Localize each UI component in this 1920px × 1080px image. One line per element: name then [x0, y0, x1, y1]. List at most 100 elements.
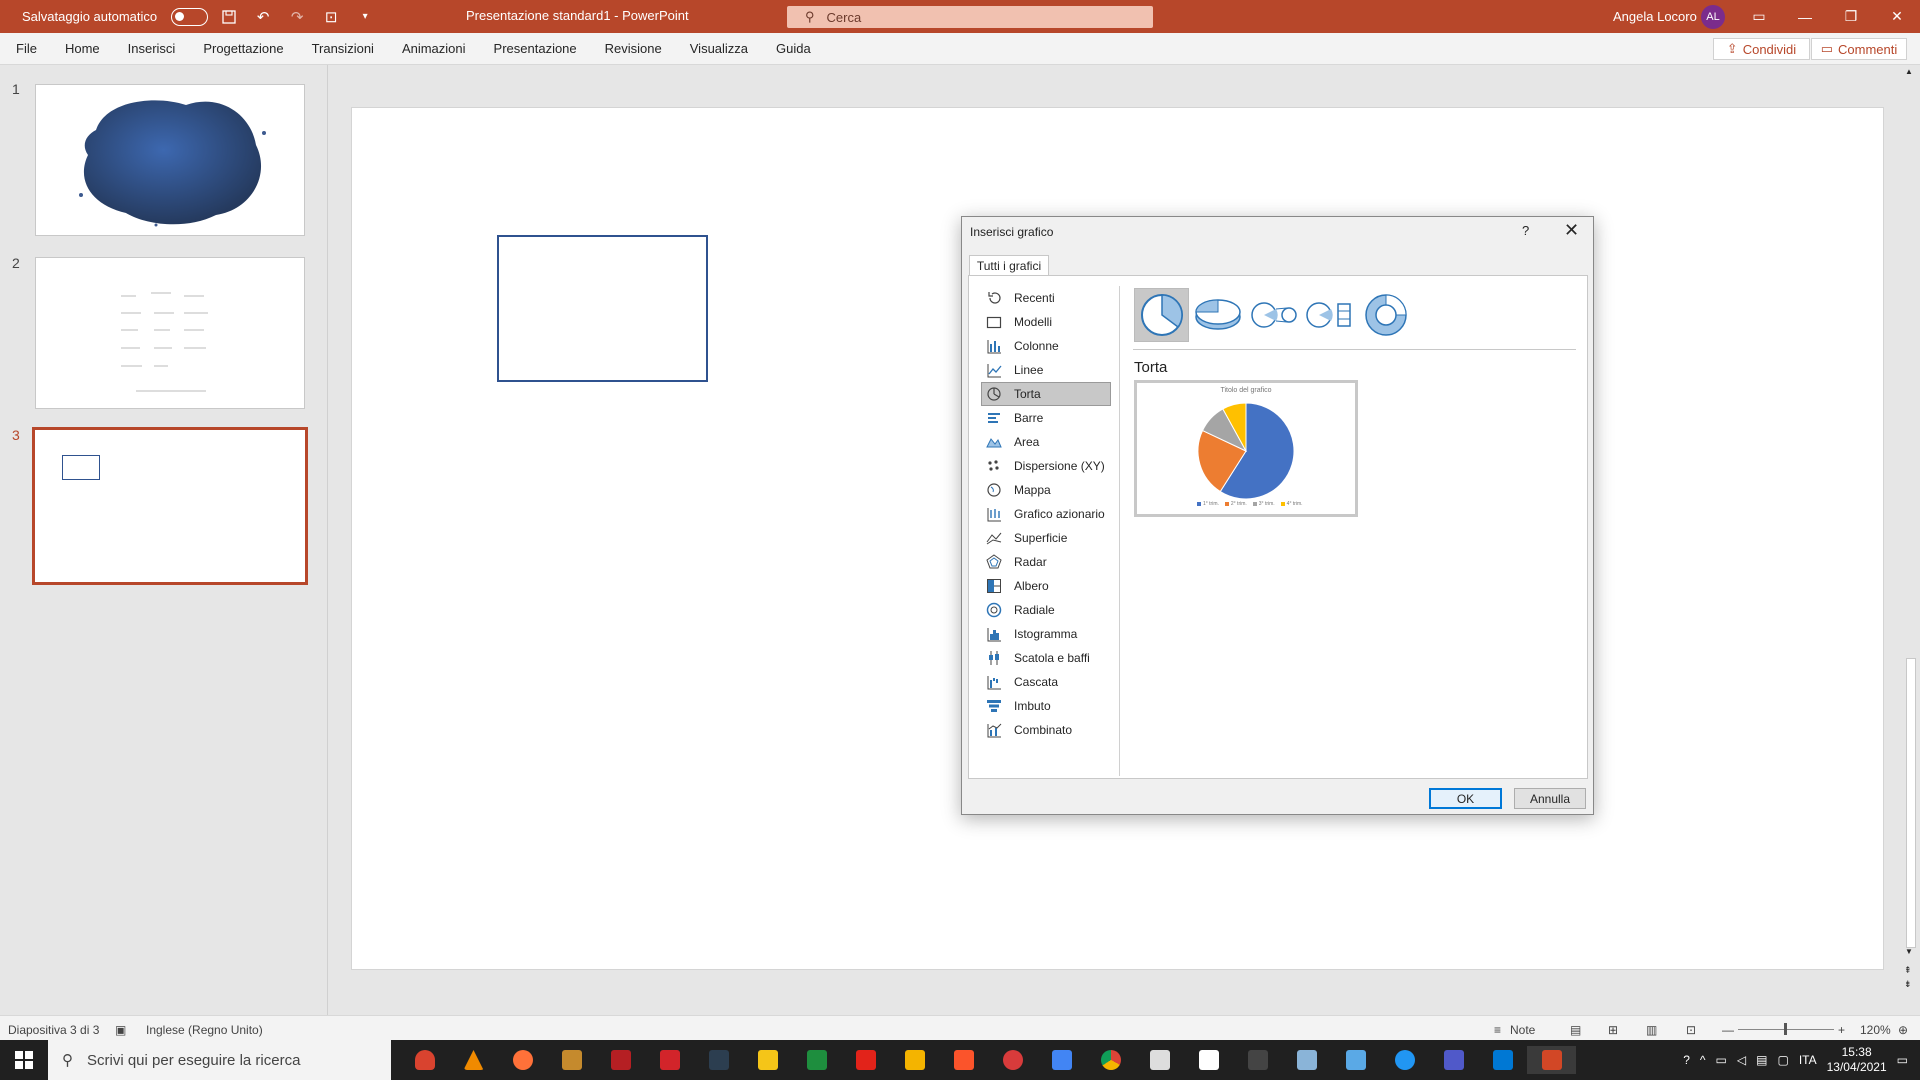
tab-design[interactable]: Progettazione — [189, 41, 297, 56]
category-map[interactable]: Mappa — [981, 478, 1111, 502]
ribbon-display-icon[interactable]: ▭ — [1736, 0, 1782, 33]
avatar[interactable]: AL — [1701, 5, 1725, 29]
category-waterfall[interactable]: Cascata — [981, 670, 1111, 694]
cloud-app-icon[interactable] — [1380, 1046, 1429, 1074]
docs-icon[interactable] — [1037, 1046, 1086, 1074]
subtype-pie-of-pie[interactable] — [1246, 288, 1301, 342]
user-name[interactable]: Angela Locoro — [1613, 9, 1697, 24]
close-window-icon[interactable]: ✕ — [1874, 0, 1920, 33]
network-icon[interactable]: ▤ — [1756, 1053, 1767, 1067]
help-tray-icon[interactable]: ? — [1683, 1053, 1690, 1067]
chart-preview[interactable]: Titolo del grafico 1° trim. 2° trim. 3° … — [1134, 380, 1358, 517]
restore-icon[interactable]: ❐ — [1828, 0, 1874, 33]
category-area[interactable]: Area — [981, 430, 1111, 454]
category-scatter[interactable]: Dispersione (XY) — [981, 454, 1111, 478]
reading-view-icon[interactable]: ▥ — [1646, 1023, 1657, 1037]
close-icon[interactable]: ✕ — [1564, 220, 1579, 241]
slide-thumbnail-2[interactable] — [35, 257, 305, 409]
photos-icon[interactable] — [1478, 1046, 1527, 1074]
slide-thumbnail-1[interactable] — [35, 84, 305, 236]
redo-icon[interactable]: ↷ — [284, 4, 310, 30]
scroll-down-icon[interactable]: ▼ — [1905, 947, 1913, 956]
show-hidden-icons[interactable]: ^ — [1700, 1053, 1706, 1067]
previous-slide-icon[interactable]: ⇞ — [1904, 965, 1912, 976]
ok-button[interactable]: OK — [1429, 788, 1502, 809]
notes-button[interactable]: Note — [1510, 1023, 1535, 1037]
save-icon[interactable] — [216, 4, 242, 30]
scrollbar-thumb[interactable] — [1906, 658, 1916, 948]
start-from-beginning-icon[interactable]: ⊡ — [318, 4, 344, 30]
volume-icon[interactable]: ◁ — [1737, 1053, 1746, 1067]
tab-home[interactable]: Home — [51, 41, 114, 56]
vlc-icon[interactable] — [449, 1046, 498, 1074]
tab-insert[interactable]: Inserisci — [114, 41, 190, 56]
zoom-level[interactable]: 120% — [1860, 1023, 1891, 1037]
target-app-icon[interactable] — [988, 1046, 1037, 1074]
acrobat-icon[interactable] — [841, 1046, 890, 1074]
category-box-whisker[interactable]: Scatola e baffi — [981, 646, 1111, 670]
notes-icon[interactable]: ≡ — [1494, 1023, 1501, 1037]
search-box[interactable]: ⚲ Cerca — [787, 6, 1153, 28]
tab-slideshow[interactable]: Presentazione — [480, 41, 591, 56]
category-stock[interactable]: Grafico azionario — [981, 502, 1111, 526]
filezilla-icon[interactable] — [596, 1046, 645, 1074]
next-slide-icon[interactable]: ⇟ — [1904, 979, 1912, 990]
store-icon[interactable] — [1135, 1046, 1184, 1074]
input-language[interactable]: ITA — [1799, 1053, 1817, 1067]
tab-review[interactable]: Revisione — [591, 41, 676, 56]
zoom-out-icon[interactable]: — — [1722, 1023, 1734, 1037]
comments-button[interactable]: ▭ Commenti — [1811, 38, 1907, 60]
tab-file[interactable]: File — [0, 41, 51, 56]
category-recent[interactable]: Recenti — [981, 286, 1111, 310]
slides-app-icon[interactable] — [890, 1046, 939, 1074]
notes-app-icon[interactable] — [1282, 1046, 1331, 1074]
snowflake-app-icon[interactable] — [1331, 1046, 1380, 1074]
library-icon[interactable] — [547, 1046, 596, 1074]
category-radar[interactable]: Radar — [981, 550, 1111, 574]
autosave-toggle[interactable] — [171, 7, 209, 26]
tab-view[interactable]: Visualizza — [676, 41, 762, 56]
battery-icon[interactable]: ▭ — [1716, 1053, 1727, 1067]
teams-icon[interactable] — [1429, 1046, 1478, 1074]
accessibility-icon[interactable]: ▣ — [115, 1023, 126, 1037]
k-app-icon[interactable] — [694, 1046, 743, 1074]
notifications-icon[interactable]: ▭ — [1897, 1053, 1908, 1067]
category-column[interactable]: Colonne — [981, 334, 1111, 358]
slide-sorter-icon[interactable]: ⊞ — [1608, 1023, 1618, 1037]
undo-icon[interactable]: ↶ — [250, 4, 276, 30]
app-flame-icon[interactable] — [400, 1046, 449, 1074]
category-surface[interactable]: Superficie — [981, 526, 1111, 550]
customize-toolbar-icon[interactable]: ▾ — [352, 4, 378, 30]
zoom-in-icon[interactable]: + — [1838, 1023, 1845, 1037]
category-line[interactable]: Linee — [981, 358, 1111, 382]
subtype-pie[interactable] — [1134, 288, 1189, 342]
scroll-up-icon[interactable]: ▲ — [1905, 67, 1913, 76]
chrome-icon[interactable] — [1086, 1046, 1135, 1074]
category-treemap[interactable]: Albero — [981, 574, 1111, 598]
category-combo[interactable]: Combinato — [981, 718, 1111, 742]
normal-view-icon[interactable]: ▤ — [1570, 1023, 1581, 1037]
firefox-icon[interactable] — [498, 1046, 547, 1074]
tab-animations[interactable]: Animazioni — [388, 41, 480, 56]
subtype-doughnut[interactable] — [1358, 288, 1413, 342]
cancel-button[interactable]: Annulla — [1514, 788, 1586, 809]
powerpoint-icon[interactable] — [1527, 1046, 1576, 1074]
category-sunburst[interactable]: Radiale — [981, 598, 1111, 622]
language-status[interactable]: Inglese (Regno Unito) — [146, 1023, 263, 1037]
taskbar-search[interactable]: ⚲ Scrivi qui per eseguire la ricerca — [48, 1040, 391, 1080]
document-icon[interactable] — [1184, 1046, 1233, 1074]
subtype-3d-pie[interactable] — [1190, 288, 1245, 342]
fit-to-window-icon[interactable]: ⊕ — [1898, 1023, 1908, 1037]
category-pie[interactable]: Torta — [981, 382, 1111, 406]
file-explorer-icon[interactable] — [743, 1046, 792, 1074]
minimize-icon[interactable]: — — [1782, 0, 1828, 33]
windows-start-icon[interactable] — [0, 1040, 48, 1080]
tab-transitions[interactable]: Transizioni — [298, 41, 388, 56]
device-icon[interactable] — [1233, 1046, 1282, 1074]
tab-all-charts[interactable]: Tutti i grafici — [969, 255, 1049, 276]
tab-help[interactable]: Guida — [762, 41, 825, 56]
category-templates[interactable]: Modelli — [981, 310, 1111, 334]
spreadsheet-icon[interactable] — [792, 1046, 841, 1074]
category-bar[interactable]: Barre — [981, 406, 1111, 430]
display-icon[interactable]: ▢ — [1777, 1053, 1788, 1067]
